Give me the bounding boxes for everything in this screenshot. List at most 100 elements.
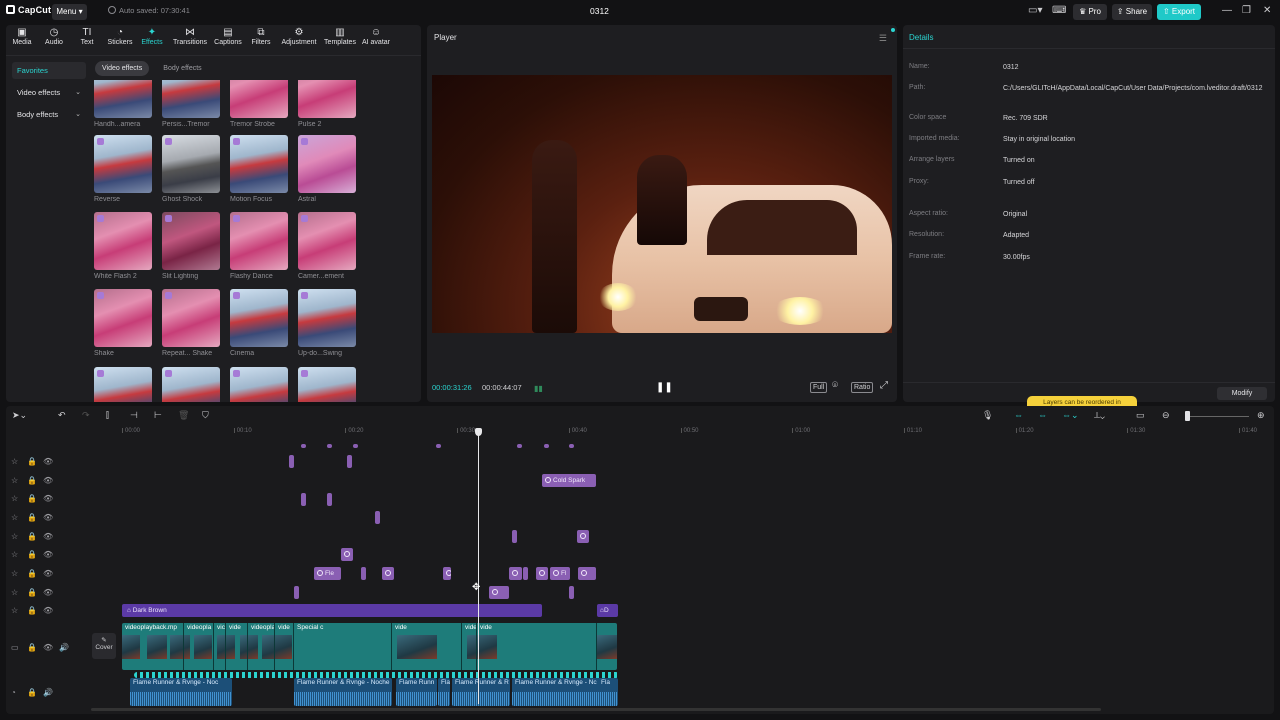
audio-track-icon[interactable]: ◔ [11,688,16,697]
linkage-icon[interactable]: ⇔⌄ [1062,410,1079,421]
preview-axis-icon[interactable]: ⟂⌄ [1094,410,1105,421]
visibility-icon[interactable]: 👁 [43,532,53,541]
pill-body-effects[interactable]: Body effects [156,61,208,76]
effect-track-icon[interactable]: ☆ [11,550,18,559]
export-button[interactable]: ⇧ Export [1157,4,1201,20]
effect-card[interactable]: Handh...amera [94,80,152,128]
link-icon[interactable]: ⇔ [1014,410,1023,420]
effect-card[interactable]: Ghost Shock [162,135,220,203]
mute-icon[interactable]: 🔊 [43,688,53,697]
audio-clip[interactable]: Flame Runn [396,678,437,706]
visibility-icon[interactable]: 👁 [43,569,53,578]
effect-track-icon[interactable]: ☆ [11,606,18,615]
effect-clip[interactable] [489,586,509,599]
effect-clip[interactable] [327,444,332,448]
effect-card[interactable]: Shake [94,289,152,357]
tab-filters[interactable]: ⧉ Filters [242,28,280,47]
effect-clip[interactable] [341,548,353,561]
fullscreen-icon[interactable]: ⤢ [880,380,888,391]
split-right-icon[interactable]: ⊢ [154,410,162,421]
effect-card[interactable]: Reverse [94,135,152,203]
pill-video-effects[interactable]: Video effects [95,61,150,76]
filter-clip[interactable]: ⌂D [597,604,618,617]
effect-card[interactable]: Flashy Dance [230,212,288,280]
lock-icon[interactable]: 🔒 [27,550,37,559]
pro-button[interactable]: ♛ Pro [1073,4,1107,20]
playhead-handle[interactable] [475,428,482,436]
effect-clip-cold-spark[interactable]: Cold Spark [542,474,596,487]
effect-card[interactable]: White Flash 2 [94,212,152,280]
video-clip[interactable]: vide [226,623,248,670]
visibility-icon[interactable]: 👁 [43,457,53,466]
effect-card[interactable]: Tremor Strobe [230,80,288,128]
effect-clip[interactable] [517,444,522,448]
effect-track-icon[interactable]: ☆ [11,532,18,541]
effect-clip[interactable] [569,444,574,448]
tab-ai-avatar[interactable]: ☺ AI avatar [357,28,395,47]
horizontal-scrollbar[interactable] [91,708,1101,711]
effect-track-icon[interactable]: ☆ [11,513,18,522]
lock-icon[interactable]: 🔒 [27,494,37,503]
audio-clip[interactable]: Flar [438,678,450,706]
visibility-icon[interactable]: 👁 [43,513,53,522]
effect-card[interactable]: Persis...Tremor [162,80,220,128]
effect-card[interactable] [94,367,152,402]
effect-card[interactable]: Astral [298,135,356,203]
video-clip[interactable]: videopla [462,623,477,670]
effect-track-icon[interactable]: ☆ [11,476,18,485]
lock-icon[interactable]: 🔒 [27,588,37,597]
lock-icon[interactable]: 🔒 [27,476,37,485]
video-clip[interactable]: vide [477,623,597,670]
effect-clip[interactable] [523,567,528,580]
effect-clip[interactable] [382,567,394,580]
cover-button[interactable]: ✎ Cover [92,633,116,659]
audio-clip[interactable]: Flame Runner & Rvnge - Noc [130,678,232,706]
lock-icon[interactable]: 🔒 [27,569,37,578]
sidenav-favorites[interactable]: Favorites [12,62,86,79]
audio-clip[interactable]: Flame Runner & Rvnge - Noche [294,678,392,706]
effect-clip[interactable] [375,511,380,524]
ratio-button[interactable]: Ratio [851,382,874,393]
effect-card[interactable]: Camer...ement [298,212,356,280]
shortcuts-icon[interactable]: ⌨ [1052,5,1066,16]
mute-icon[interactable]: 🔊 [59,643,69,652]
full-quality-button[interactable]: Full [810,382,828,393]
lock-icon[interactable]: 🔒 [27,457,37,466]
video-clip[interactable]: Special c [294,623,392,670]
effect-clip[interactable] [578,567,596,580]
effect-card[interactable]: Repeat... Shake [162,289,220,357]
modify-button[interactable]: Modify [1217,387,1267,400]
lock-icon[interactable]: 🔒 [27,513,37,522]
effect-clip[interactable] [294,586,299,599]
zoom-slider[interactable] [1189,416,1249,417]
audio-clip[interactable]: Flame Runner & R [452,678,510,706]
effect-card[interactable] [298,367,356,402]
lock-icon[interactable]: 🔒 [27,532,37,541]
visibility-icon[interactable]: 👁 [43,606,53,615]
visibility-icon[interactable]: 👁 [43,476,53,485]
effect-clip[interactable] [361,567,366,580]
effect-clip[interactable] [289,455,294,468]
shield-icon[interactable]: ⛉ [202,410,209,421]
visibility-icon[interactable]: 👁 [43,550,53,559]
lock-icon[interactable]: 🔒 [27,688,37,697]
video-preview[interactable] [432,75,892,333]
share-button[interactable]: ⇪ Share [1112,4,1152,20]
visibility-icon[interactable]: 👁 [43,494,53,503]
effect-track-icon[interactable]: ☆ [11,588,18,597]
video-clip[interactable]: vic [214,623,226,670]
effect-track-icon[interactable]: ☆ [11,569,18,578]
tab-effects[interactable]: ✦ Effects [133,28,171,47]
maximize-icon[interactable]: ❐ [1242,5,1251,16]
minimize-icon[interactable]: — [1222,5,1232,16]
layout-icon[interactable]: ▭▾ [1028,5,1042,16]
effect-clip[interactable] [569,586,574,599]
tab-templates[interactable]: ▥ Templates [321,28,359,47]
video-clip[interactable]: vide [392,623,462,670]
zoom-in-icon[interactable]: ⊕ [1257,410,1265,421]
effect-track-icon[interactable]: ☆ [11,457,18,466]
main-video-track[interactable]: videoplayback.mp videopla vic vide videopla v… [122,623,617,670]
delete-icon[interactable]: 🗑 [178,410,189,421]
split-left-icon[interactable]: ⊣ [130,410,138,421]
undo-icon[interactable]: ↶ [58,410,66,421]
